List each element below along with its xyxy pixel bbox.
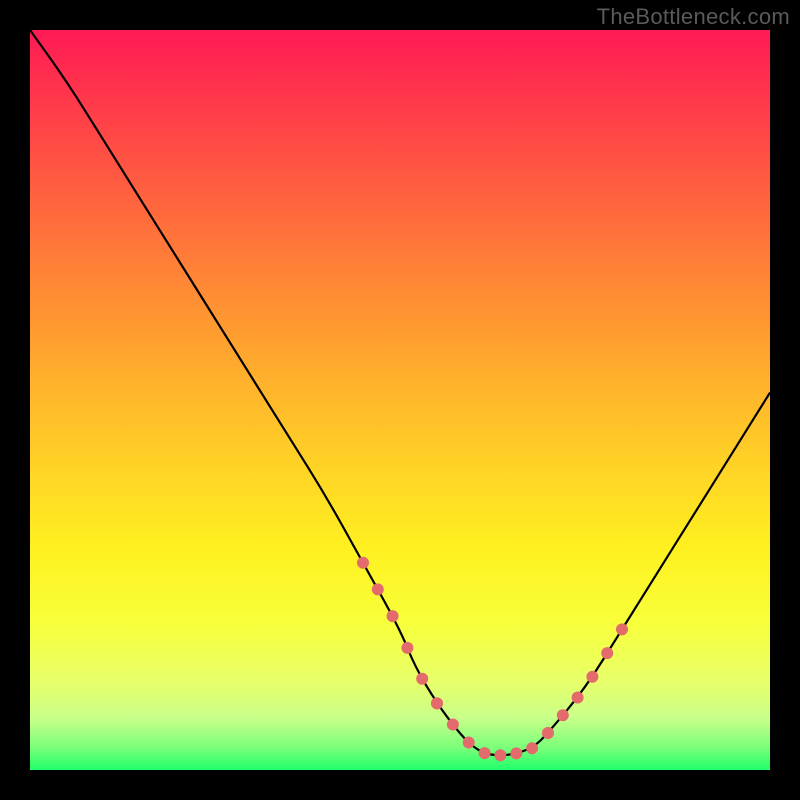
curve-dot	[526, 742, 538, 754]
curve-dot	[387, 610, 399, 622]
bottleneck-curve	[30, 30, 770, 770]
curve-dot	[601, 647, 613, 659]
watermark-text: TheBottleneck.com	[597, 4, 790, 30]
curve-dot	[357, 557, 369, 569]
curve-dot	[431, 697, 443, 709]
curve-dot	[447, 719, 459, 731]
curve-dot	[494, 749, 506, 761]
curve-dot	[586, 671, 598, 683]
plot-area	[30, 30, 770, 770]
curve-dot	[557, 709, 569, 721]
curve-dot	[416, 673, 428, 685]
curve-dot	[401, 642, 413, 654]
curve-dot	[372, 583, 384, 595]
curve-dot	[510, 747, 522, 759]
chart-container: TheBottleneck.com	[0, 0, 800, 800]
curve-path	[30, 30, 770, 755]
curve-dot	[572, 692, 584, 704]
curve-dot	[479, 747, 491, 759]
curve-dots	[357, 557, 628, 761]
curve-dot	[463, 737, 475, 749]
curve-dot	[542, 727, 554, 739]
curve-dot	[616, 623, 628, 635]
